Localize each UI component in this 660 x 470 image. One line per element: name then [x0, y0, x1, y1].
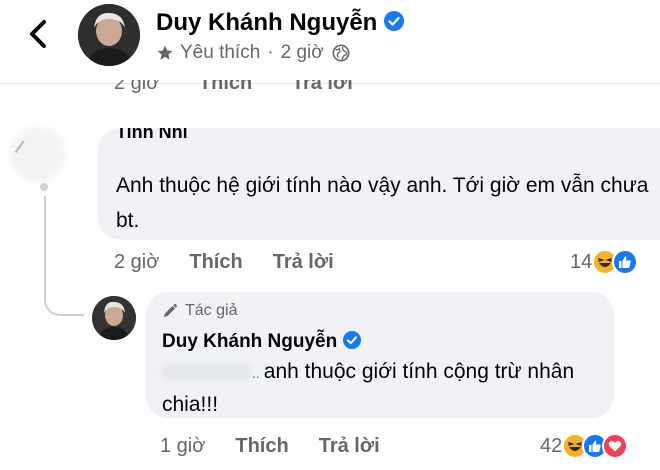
separator-dot: · [267, 42, 274, 63]
star-icon [157, 45, 173, 60]
reply-bubble: Tác giả Duy Khánh Nguyễn .. anh thuộc giớ… [146, 292, 614, 418]
back-button[interactable] [22, 14, 56, 54]
comment-reaction-count: 14 [570, 250, 593, 273]
thread-connector-line [44, 196, 84, 316]
verified-badge-icon [343, 330, 362, 354]
pencil-icon [164, 303, 178, 317]
favorites-label: Yêu thích [180, 42, 261, 63]
comment-actions: 2 giờ Thích Trả lời [114, 248, 364, 276]
previous-comment-actions: 2 giờ Thích Trả lời [114, 80, 387, 106]
chevron-left-icon [30, 20, 46, 48]
previous-comment-time: 2 giờ [114, 80, 160, 94]
reply-text-block: .. anh thuộc giới tính cộng trừ nhân chia… [162, 356, 602, 420]
avatar-image [78, 4, 140, 66]
thread-dot [40, 183, 48, 191]
post-header: Duy Khánh Nguyễn Yêu thích · 2 giờ [0, 0, 660, 84]
love-reaction-icon [602, 433, 629, 459]
reply-reaction-count: 42 [540, 434, 563, 457]
comment-like-button[interactable]: Thích [189, 251, 242, 274]
avatar-image [92, 296, 136, 340]
blurred-mention[interactable] [162, 363, 250, 382]
reply-author-row: Duy Khánh Nguyễn [162, 328, 362, 356]
comment-bubble: Tinh Nhi Anh thuộc hệ giới tính nào vậy … [98, 128, 660, 240]
verified-badge-icon [384, 10, 405, 36]
author-name[interactable]: Duy Khánh Nguyễn [156, 9, 377, 37]
reply-actions: 1 giờ Thích Trả lời [160, 432, 410, 460]
reply-author-avatar[interactable] [92, 296, 136, 340]
like-reaction-icon [612, 249, 639, 275]
comment-time[interactable]: 2 giờ [114, 251, 159, 274]
previous-reply-button[interactable]: Trả lời [292, 80, 353, 95]
reply-time[interactable]: 1 giờ [160, 435, 205, 458]
author-name-row: Duy Khánh Nguyễn [156, 6, 405, 40]
reply-reactions[interactable]: 42 [540, 431, 629, 461]
comment-text: Anh thuộc hệ giới tính nào vậy anh. Tới … [116, 174, 649, 232]
previous-like-button[interactable]: Thích [199, 80, 252, 95]
comment-author[interactable]: Tinh Nhi [116, 128, 188, 143]
reply-author[interactable]: Duy Khánh Nguyễn [162, 331, 337, 353]
comment-reply-button[interactable]: Trả lời [273, 251, 334, 274]
author-badge-label: Tác giả [185, 302, 238, 319]
post-meta: Yêu thích · 2 giờ [156, 40, 350, 66]
globe-icon [332, 44, 350, 62]
post-time[interactable]: 2 giờ [281, 42, 324, 64]
mention-tail: .. [252, 365, 260, 381]
comment-reactions[interactable]: 14 [570, 247, 639, 277]
reply-like-button[interactable]: Thích [235, 435, 288, 458]
author-badge: Tác giả [162, 302, 237, 320]
reply-reply-button[interactable]: Trả lời [319, 435, 380, 458]
author-avatar[interactable] [78, 4, 140, 66]
